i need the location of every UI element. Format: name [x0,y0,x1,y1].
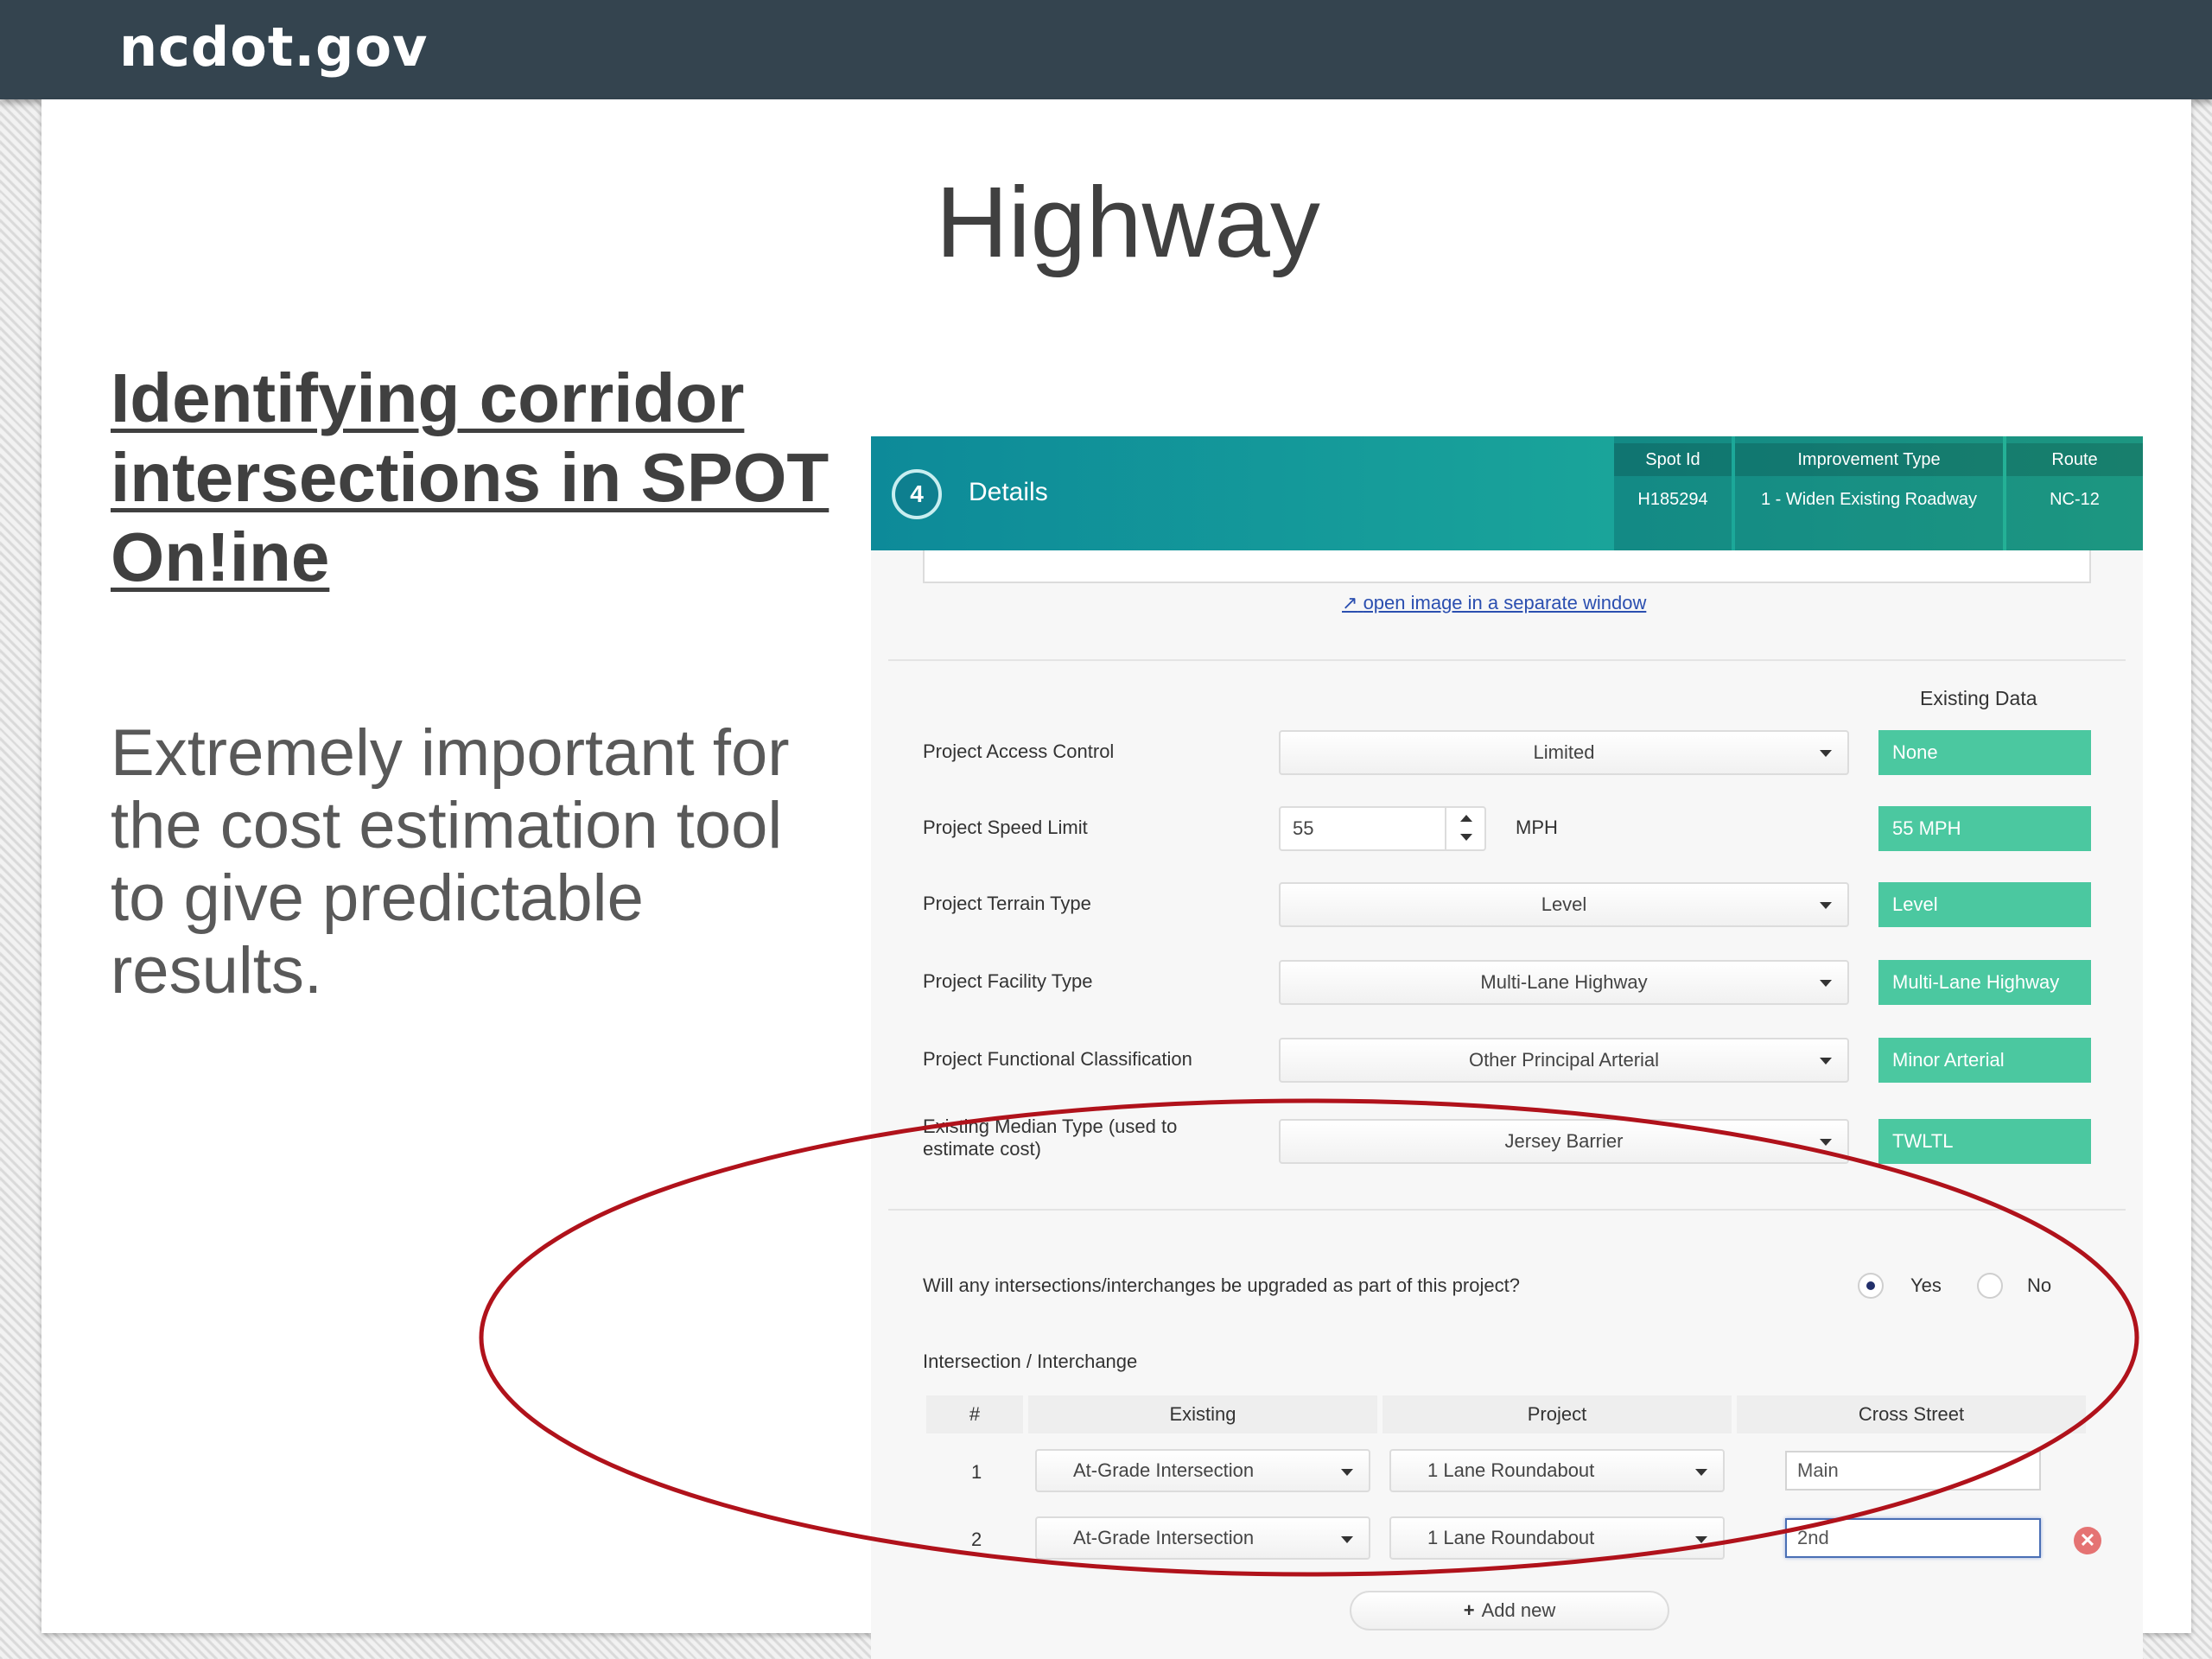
radio-yes-label[interactable]: Yes [1910,1274,1942,1297]
slide: Highway Identifying corridor intersectio… [41,99,2191,1659]
divider [888,1209,2126,1211]
functional-classification-value: Other Principal Arterial [1468,1049,1660,1071]
intersection-question: Will any intersections/interchanges be u… [923,1274,1520,1296]
header-route-label: Route [2006,443,2143,476]
facility-type-value: Multi-Lane Highway [1480,971,1648,993]
access-control-select[interactable]: Limited [1279,730,1849,775]
chevron-down-icon [1820,980,1832,987]
section-title: Details [969,478,1048,506]
existing-speed-limit: 55 MPH [1878,806,2091,851]
label-terrain-type: Project Terrain Type [923,893,1091,914]
existing-access-control: None [1878,730,2091,775]
row2-cross-street-input[interactable]: 2nd [1785,1518,2041,1558]
chevron-down-icon [1695,1536,1707,1543]
terrain-type-select[interactable]: Level [1279,882,1849,927]
header-improvement-type-label: Improvement Type [1735,443,2003,476]
open-image-link[interactable]: ↗ open image in a separate window [1342,592,1646,614]
slide-heading: Identifying corridor intersections in SP… [111,359,830,595]
divider [888,659,2126,661]
existing-data-header: Existing Data [1920,687,2037,709]
row1-cross-street-input[interactable]: Main [1785,1451,2041,1491]
details-header: 4 Details Spot Id H185294 Improvement Ty… [871,436,2143,550]
row1-existing-select[interactable]: At-Grade Intersection [1035,1449,1370,1492]
terrain-type-value: Level [1541,893,1587,915]
header-route: Route NC-12 [2006,436,2143,550]
facility-type-select[interactable]: Multi-Lane Highway [1279,960,1849,1005]
row1-project-value: 1 Lane Roundabout [1427,1459,1595,1481]
label-access-control: Project Access Control [923,741,1115,762]
chevron-down-icon [1820,1058,1832,1065]
median-type-value: Jersey Barrier [1504,1130,1624,1152]
functional-classification-select[interactable]: Other Principal Arterial [1279,1038,1849,1083]
header-route-value: NC-12 [2050,490,2100,509]
spinner-down-icon[interactable] [1460,834,1472,841]
external-link-icon: ↗ [1342,592,1358,613]
speed-unit: MPH [1516,817,1558,838]
col-header-existing: Existing [1028,1395,1377,1433]
label-speed-limit: Project Speed Limit [923,817,1088,838]
spot-online-screenshot: 4 Details Spot Id H185294 Improvement Ty… [871,436,2143,1659]
header-spot-id-value: H185294 [1637,490,1708,509]
map-image-frame [923,550,2091,583]
existing-functional-classification: Minor Arterial [1878,1038,2091,1083]
radio-no-label[interactable]: No [2027,1274,2051,1297]
speed-limit-value: 55 [1293,817,1314,839]
site-name: ncdot.gov [119,16,429,79]
label-functional-classification: Project Functional Classification [923,1048,1192,1070]
row2-existing-value: At-Grade Intersection [1073,1527,1255,1548]
top-banner: ncdot.gov [0,0,2212,99]
col-header-project: Project [1382,1395,1732,1433]
label-median-type: Existing Median Type (used to estimate c… [923,1116,1178,1160]
header-improvement-type-value: 1 - Widen Existing Roadway [1760,490,1978,509]
open-image-link-text: open image in a separate window [1363,592,1647,613]
header-improvement-type: Improvement Type 1 - Widen Existing Road… [1735,436,2003,550]
chevron-down-icon [1341,1536,1353,1543]
row2-project-value: 1 Lane Roundabout [1427,1527,1595,1548]
row2-project-select[interactable]: 1 Lane Roundabout [1389,1516,1725,1560]
speed-limit-input[interactable]: 55 [1279,806,1486,851]
speed-spinner[interactable] [1445,808,1484,849]
row-number: 2 [971,1529,982,1550]
radio-no[interactable] [1977,1273,2003,1299]
add-new-label: Add new [1481,1599,1556,1621]
plus-icon: + [1463,1599,1475,1621]
row-number: 1 [971,1461,982,1483]
chevron-down-icon [1820,902,1832,909]
step-number-badge: 4 [892,469,942,519]
radio-yes[interactable] [1858,1273,1884,1299]
row1-existing-value: At-Grade Intersection [1073,1459,1255,1481]
remove-row-icon[interactable]: ✕ [2074,1527,2101,1554]
intersection-section-label: Intersection / Interchange [923,1351,1138,1372]
chevron-down-icon [1820,1139,1832,1146]
spinner-up-icon[interactable] [1460,815,1472,822]
add-new-button[interactable]: + Add new [1350,1591,1669,1630]
label-facility-type: Project Facility Type [923,970,1093,992]
row1-project-select[interactable]: 1 Lane Roundabout [1389,1449,1725,1492]
header-spot-id: Spot Id H185294 [1614,436,1732,550]
existing-median-type: TWLTL [1878,1119,2091,1164]
chevron-down-icon [1341,1469,1353,1476]
chevron-down-icon [1695,1469,1707,1476]
col-header-number: # [926,1395,1023,1433]
median-type-select[interactable]: Jersey Barrier [1279,1119,1849,1164]
chevron-down-icon [1820,750,1832,757]
slide-body-text: Extremely important for the cost estimat… [111,716,790,1007]
header-spot-id-label: Spot Id [1614,443,1732,476]
slide-title: Highway [936,166,1320,278]
existing-facility-type: Multi-Lane Highway [1878,960,2091,1005]
col-header-cross-street: Cross Street [1737,1395,2086,1433]
existing-terrain-type: Level [1878,882,2091,927]
row2-existing-select[interactable]: At-Grade Intersection [1035,1516,1370,1560]
access-control-value: Limited [1533,741,1595,763]
